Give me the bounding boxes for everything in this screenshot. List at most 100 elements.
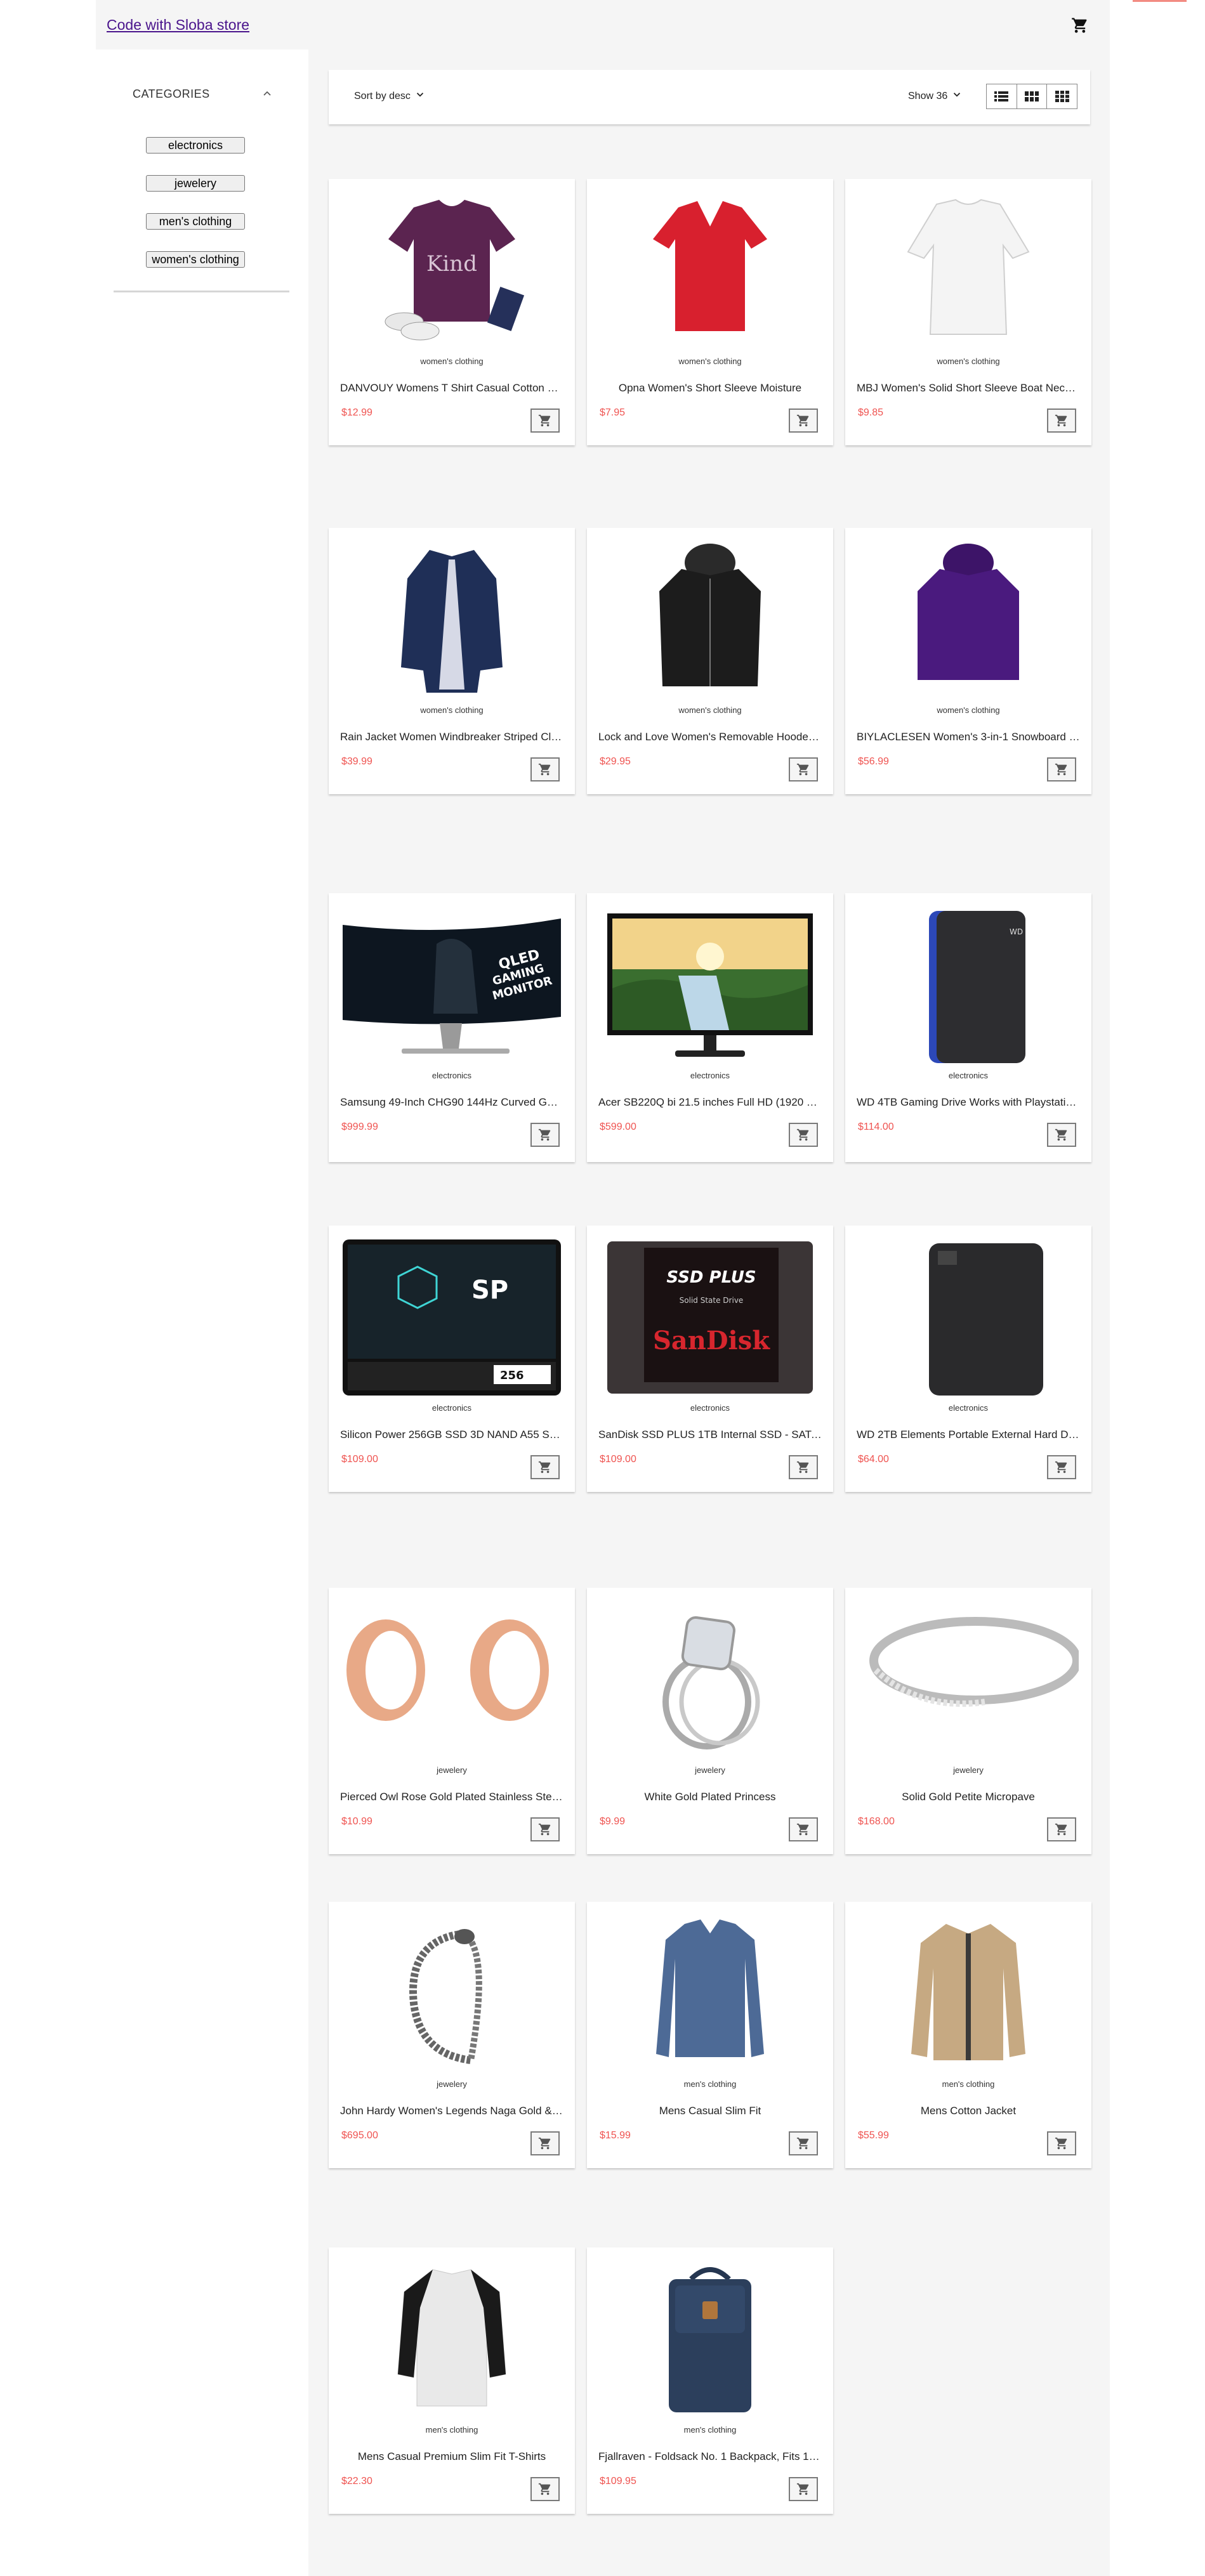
brand-link[interactable]: Code with Sloba store <box>107 16 249 34</box>
product-image-white-top[interactable] <box>858 192 1079 350</box>
product-image-rain-jacket[interactable] <box>341 540 562 699</box>
add-to-cart-icon[interactable] <box>1047 2131 1076 2155</box>
product-image-princess-ring[interactable] <box>600 1600 820 1759</box>
product-image-raglan-tshirt[interactable] <box>341 2260 562 2419</box>
product-category: men's clothing <box>683 2079 737 2089</box>
product-image-wd-elements-drive[interactable] <box>858 1238 1079 1397</box>
product-category: electronics <box>431 1403 472 1413</box>
add-to-cart-icon[interactable] <box>530 2131 560 2155</box>
product-image-vneck-shirt[interactable] <box>600 192 820 350</box>
product-card[interactable]: electronics WD 2TB Elements Portable Ext… <box>845 1226 1091 1492</box>
product-card[interactable]: SSD PLUS Solid State Drive SanDisk electro… <box>587 1226 833 1492</box>
add-to-cart-icon[interactable] <box>789 2477 818 2501</box>
product-card[interactable]: women's clothing Opna Women's Short Slee… <box>587 179 833 445</box>
product-card[interactable]: jewelery John Hardy Women's Legends Naga… <box>329 1902 575 2168</box>
add-to-cart-icon[interactable] <box>1047 1817 1076 1841</box>
product-card[interactable]: men's clothing Mens Casual Slim Fit $15.… <box>587 1902 833 2168</box>
add-to-cart-icon[interactable] <box>789 409 818 433</box>
product-title[interactable]: Pierced Owl Rose Gold Plated Stainless S… <box>329 1791 575 1803</box>
product-card[interactable]: women's clothing MBJ Women's Solid Short… <box>845 179 1091 445</box>
product-title[interactable]: WD 4TB Gaming Drive Works with Playstati… <box>845 1096 1091 1109</box>
product-title[interactable]: Mens Casual Slim Fit <box>587 2105 833 2117</box>
add-to-cart-icon[interactable] <box>1047 1123 1076 1147</box>
chevron-up-icon[interactable] <box>260 86 275 101</box>
add-to-cart-icon[interactable] <box>530 2477 560 2501</box>
product-card[interactable]: women's clothing BIYLACLESEN Women's 3-i… <box>845 528 1091 794</box>
product-image-dragon-bracelet[interactable] <box>341 1914 562 2073</box>
category-button-jewelery[interactable]: jewelery <box>146 175 245 192</box>
product-category: men's clothing <box>942 2079 995 2089</box>
product-title[interactable]: Rain Jacket Women Windbreaker Striped Cl… <box>329 731 575 743</box>
add-to-cart-icon[interactable] <box>530 1455 560 1479</box>
add-to-cart-icon[interactable] <box>1047 757 1076 781</box>
product-title[interactable]: WD 2TB Elements Portable External Hard D… <box>845 1429 1091 1441</box>
grid-2-view-icon[interactable] <box>1017 84 1048 108</box>
product-image-backpack[interactable] <box>600 2260 820 2419</box>
product-image-slim-fit-shirt[interactable] <box>600 1914 820 2073</box>
product-title[interactable]: John Hardy Women's Legends Naga Gold & S… <box>329 2105 575 2117</box>
page-size-dropdown[interactable]: Show 36 <box>908 89 963 103</box>
product-title[interactable]: Mens Cotton Jacket <box>845 2105 1091 2117</box>
product-card[interactable]: women's clothing Rain Jacket Women Windb… <box>329 528 575 794</box>
product-title[interactable]: MBJ Women's Solid Short Sleeve Boat Neck… <box>845 382 1091 395</box>
category-button-mens-clothing[interactable]: men's clothing <box>146 213 245 230</box>
product-title[interactable]: DANVOUY Womens T Shirt Casual Cotton Sho… <box>329 382 575 395</box>
product-card[interactable]: Kind women's clothing DANVOUY Womens T S… <box>329 179 575 445</box>
product-title[interactable]: Mens Casual Premium Slim Fit T-Shirts <box>329 2450 575 2463</box>
product-card[interactable]: women's clothing Lock and Love Women's R… <box>587 528 833 794</box>
product-card[interactable]: WD electronics WD 4TB Gaming Drive Works… <box>845 893 1091 1162</box>
product-image-rose-gold-plugs[interactable] <box>341 1600 562 1759</box>
product-image-micropave-ring[interactable] <box>858 1600 1079 1759</box>
product-price: $114.00 <box>858 1121 894 1132</box>
page-container: Code with Sloba store CATEGORIES electro… <box>96 0 1110 2576</box>
add-to-cart-icon[interactable] <box>789 2131 818 2155</box>
product-image-wd-gaming-drive[interactable]: WD <box>858 906 1079 1064</box>
product-title[interactable]: Solid Gold Petite Micropave <box>845 1791 1091 1803</box>
add-to-cart-icon[interactable] <box>530 409 560 433</box>
add-to-cart-icon[interactable] <box>1047 409 1076 433</box>
product-title[interactable]: White Gold Plated Princess <box>587 1791 833 1803</box>
add-to-cart-icon[interactable] <box>789 1123 818 1147</box>
list-view-icon[interactable] <box>987 84 1017 108</box>
add-to-cart-icon[interactable] <box>1047 1455 1076 1479</box>
add-to-cart-icon[interactable] <box>789 1455 818 1479</box>
product-image-cotton-jacket[interactable] <box>858 1914 1079 2073</box>
add-to-cart-icon[interactable] <box>789 757 818 781</box>
product-image-snowboard-jacket[interactable] <box>858 540 1079 699</box>
product-title[interactable]: SanDisk SSD PLUS 1TB Internal SSD - SATA… <box>587 1429 833 1441</box>
product-image-acer-monitor[interactable] <box>600 906 820 1064</box>
product-card[interactable]: jewelery White Gold Plated Princess $9.9… <box>587 1588 833 1854</box>
product-card[interactable]: jewelery Pierced Owl Rose Gold Plated St… <box>329 1588 575 1854</box>
product-card[interactable]: SP 256 electronics Silicon Power 256GB SS… <box>329 1226 575 1492</box>
add-to-cart-icon[interactable] <box>530 757 560 781</box>
add-to-cart-icon[interactable] <box>789 1817 818 1841</box>
product-card[interactable]: jewelery Solid Gold Petite Micropave $16… <box>845 1588 1091 1854</box>
product-price: $56.99 <box>858 756 889 767</box>
product-card[interactable]: electronics Acer SB220Q bi 21.5 inches F… <box>587 893 833 1162</box>
category-button-womens-clothing[interactable]: women's clothing <box>146 251 245 268</box>
product-title[interactable]: Lock and Love Women's Removable Hooded F… <box>587 731 833 743</box>
product-title[interactable]: Samsung 49-Inch CHG90 144Hz Curved Gamin… <box>329 1096 575 1109</box>
product-title[interactable]: Opna Women's Short Sleeve Moisture <box>587 382 833 395</box>
product-card[interactable]: men's clothing Fjallraven - Foldsack No.… <box>587 2247 833 2514</box>
add-to-cart-icon[interactable] <box>530 1817 560 1841</box>
sort-dropdown[interactable]: Sort by desc <box>354 89 426 103</box>
shopping-cart-icon[interactable] <box>1070 16 1090 34</box>
product-image-leather-jacket[interactable] <box>600 540 820 699</box>
product-title[interactable]: Fjallraven - Foldsack No. 1 Backpack, Fi… <box>587 2450 833 2463</box>
product-card[interactable]: men's clothing Mens Casual Premium Slim … <box>329 2247 575 2514</box>
product-image-tshirt[interactable]: Kind <box>341 192 562 350</box>
product-title[interactable]: Silicon Power 256GB SSD 3D NAND A55 SLC … <box>329 1429 575 1441</box>
view-mode-group <box>986 84 1077 109</box>
product-image-silicon-power-ssd[interactable]: SP 256 <box>341 1238 562 1397</box>
category-button-electronics[interactable]: electronics <box>146 137 245 154</box>
product-title[interactable]: Acer SB220Q bi 21.5 inches Full HD (1920… <box>587 1096 833 1109</box>
add-to-cart-icon[interactable] <box>530 1123 560 1147</box>
product-card[interactable]: QLED GAMING MONITOR electronics Samsung 49… <box>329 893 575 1162</box>
product-image-curved-monitor[interactable]: QLED GAMING MONITOR <box>341 906 562 1064</box>
product-title[interactable]: BIYLACLESEN Women's 3-in-1 Snowboard Jac… <box>845 731 1091 743</box>
product-image-sandisk-ssd[interactable]: SSD PLUS Solid State Drive SanDisk <box>600 1238 820 1397</box>
product-card[interactable]: men's clothing Mens Cotton Jacket $55.99 <box>845 1902 1091 2168</box>
product-price: $64.00 <box>858 1454 889 1465</box>
grid-3-view-icon[interactable] <box>1047 84 1077 108</box>
